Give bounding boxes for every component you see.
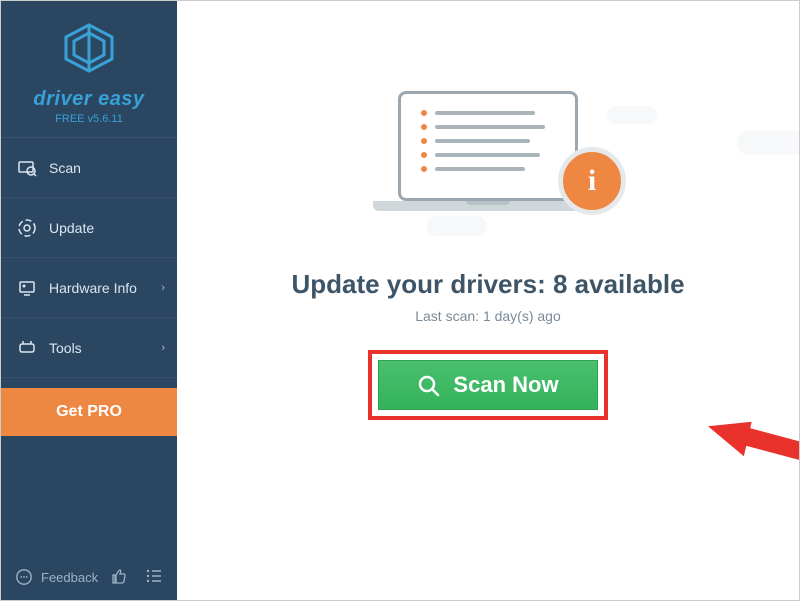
sidebar-item-label: Hardware Info [49,280,137,296]
nav: Scan Update Hardware Info › Tools [1,138,177,556]
list-icon [144,566,164,586]
scan-button-highlight: Scan Now [368,350,608,420]
main-pane: i Update your drivers: 8 available Last … [177,1,799,600]
brand-name: driver easy [1,88,177,111]
laptop-illustration: i [368,81,608,241]
available-count: 8 [553,269,567,299]
sidebar: driver easy FREE v5.6.11 Scan Update [1,1,177,600]
hardware-icon [17,278,37,298]
thumbs-up-button[interactable] [108,566,128,586]
chevron-right-icon: › [161,282,165,294]
get-pro-button[interactable]: Get PRO [1,388,177,436]
logo-block: driver easy FREE v5.6.11 [1,1,177,138]
sidebar-item-tools[interactable]: Tools › [1,318,177,378]
chevron-right-icon: › [161,342,165,354]
brand-logo-icon [62,21,116,75]
cloud-decoration [737,131,800,155]
sidebar-footer: Feedback [1,556,177,600]
laptop-icon [398,91,578,211]
scan-now-label: Scan Now [453,372,558,398]
annotation-arrow-icon [699,376,800,518]
app-window: — ✕ driver easy FREE v5.6.11 Scan [0,0,800,601]
feedback-icon [15,568,33,586]
scan-icon [17,158,37,178]
thumbs-up-icon [108,566,128,586]
last-scan-label: Last scan: 1 day(s) ago [415,308,561,324]
cloud-decoration [607,106,657,124]
feedback-button[interactable]: Feedback [15,568,98,586]
sidebar-item-hardware-info[interactable]: Hardware Info › [1,258,177,318]
feedback-label: Feedback [41,570,98,585]
sidebar-item-label: Update [49,220,94,236]
sidebar-item-update[interactable]: Update [1,198,177,258]
sidebar-item-label: Scan [49,160,81,176]
search-icon [417,374,441,398]
version-label: FREE v5.6.11 [1,113,177,125]
tools-icon [17,338,37,358]
headline-prefix: Update your drivers: [291,269,553,299]
headline: Update your drivers: 8 available [291,269,684,300]
update-icon [17,218,37,238]
list-button[interactable] [144,566,164,586]
sidebar-item-scan[interactable]: Scan [1,138,177,198]
scan-now-button[interactable]: Scan Now [378,360,598,410]
info-badge-icon: i [558,147,626,215]
sidebar-item-label: Tools [49,340,82,356]
headline-suffix: available [567,269,684,299]
